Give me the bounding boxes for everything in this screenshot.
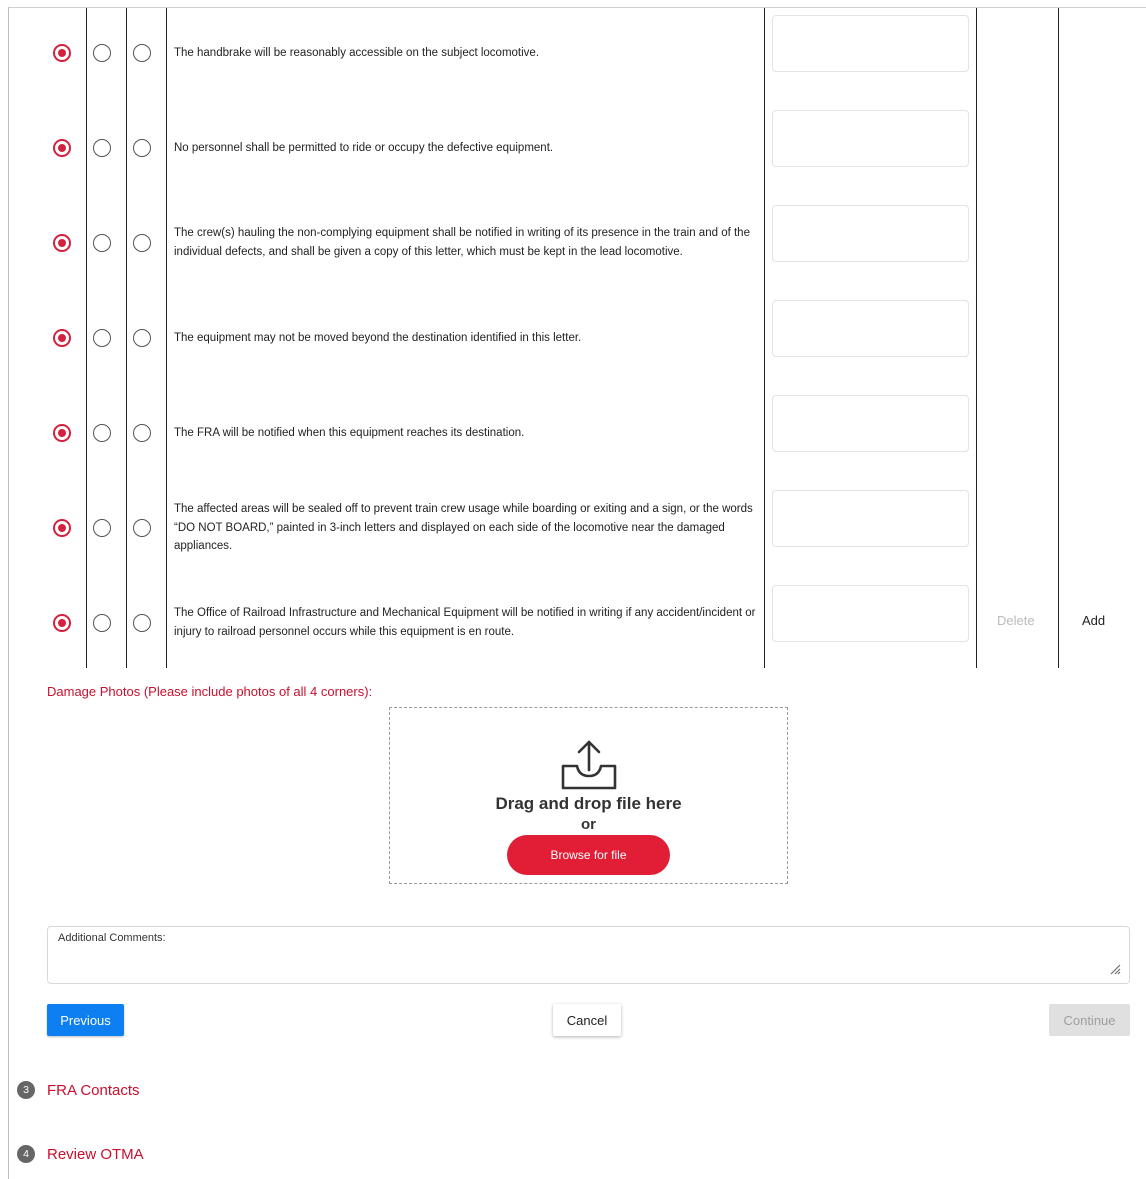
- condition-radio-no[interactable]: [93, 139, 111, 157]
- condition-radio-no[interactable]: [93, 44, 111, 62]
- condition-row: The handbrake will be reasonably accessi…: [0, 8, 1146, 103]
- condition-text: The Office of Railroad Infrastructure an…: [174, 607, 756, 638]
- step-number: 3: [17, 1081, 35, 1099]
- condition-note-input[interactable]: [772, 300, 969, 357]
- condition-text: The equipment may not be moved beyond th…: [174, 331, 582, 344]
- additional-comments-field[interactable]: Additional Comments:: [47, 926, 1130, 984]
- condition-note-input[interactable]: [772, 585, 969, 642]
- condition-note-input[interactable]: [772, 205, 969, 262]
- conditions-table: The handbrake will be reasonably accessi…: [0, 8, 1146, 668]
- condition-row: The Office of Railroad Infrastructure an…: [0, 578, 1146, 673]
- step-title[interactable]: FRA Contacts: [47, 1082, 140, 1099]
- condition-note-input[interactable]: [772, 110, 969, 167]
- additional-comments-label: Additional Comments:: [58, 932, 166, 944]
- resize-grip-icon[interactable]: [1109, 963, 1121, 975]
- add-row-button[interactable]: Add: [1082, 613, 1105, 628]
- condition-radio-no[interactable]: [93, 329, 111, 347]
- step-number: 4: [17, 1145, 35, 1163]
- condition-radio-na[interactable]: [133, 424, 151, 442]
- previous-button[interactable]: Previous: [47, 1004, 124, 1036]
- condition-row: No personnel shall be permitted to ride …: [0, 103, 1146, 198]
- drag-drop-text: Drag and drop file here: [495, 794, 682, 813]
- browse-file-button[interactable]: Browse for file: [507, 835, 670, 875]
- upload-icon: [561, 740, 617, 790]
- condition-row: The FRA will be notified when this equip…: [0, 388, 1146, 483]
- condition-radio-no[interactable]: [93, 234, 111, 252]
- step-review-otma[interactable]: 4 Review OTMA: [17, 1145, 144, 1163]
- condition-radio-na[interactable]: [133, 519, 151, 537]
- step-title[interactable]: Review OTMA: [47, 1146, 144, 1163]
- condition-radio-yes[interactable]: [53, 44, 71, 62]
- condition-radio-yes[interactable]: [53, 139, 71, 157]
- condition-radio-no[interactable]: [93, 519, 111, 537]
- condition-radio-na[interactable]: [133, 329, 151, 347]
- condition-row: The equipment may not be moved beyond th…: [0, 293, 1146, 388]
- continue-button[interactable]: Continue: [1049, 1004, 1130, 1036]
- condition-row: The affected areas will be sealed off to…: [0, 483, 1146, 578]
- condition-radio-yes[interactable]: [53, 329, 71, 347]
- step-fra-contacts[interactable]: 3 FRA Contacts: [17, 1081, 140, 1099]
- condition-radio-na[interactable]: [133, 44, 151, 62]
- condition-text: The crew(s) hauling the non-complying eq…: [174, 227, 750, 258]
- condition-radio-yes[interactable]: [53, 234, 71, 252]
- or-text: or: [581, 816, 596, 833]
- condition-text: The FRA will be notified when this equip…: [174, 426, 525, 439]
- condition-radio-yes[interactable]: [53, 424, 71, 442]
- condition-note-input[interactable]: [772, 490, 969, 547]
- file-dropzone[interactable]: Drag and drop file here or Browse for fi…: [389, 707, 788, 884]
- condition-row: The crew(s) hauling the non-complying eq…: [0, 198, 1146, 293]
- condition-radio-yes[interactable]: [53, 614, 71, 632]
- delete-row-button[interactable]: Delete: [997, 613, 1035, 628]
- damage-photos-label: Damage Photos (Please include photos of …: [47, 684, 373, 699]
- condition-note-input[interactable]: [772, 395, 969, 452]
- condition-text: The handbrake will be reasonably accessi…: [174, 46, 540, 59]
- condition-radio-na[interactable]: [133, 614, 151, 632]
- condition-note-input[interactable]: [772, 15, 969, 72]
- condition-radio-na[interactable]: [133, 139, 151, 157]
- condition-text: The affected areas will be sealed off to…: [174, 503, 753, 553]
- condition-radio-na[interactable]: [133, 234, 151, 252]
- condition-radio-no[interactable]: [93, 424, 111, 442]
- cancel-button[interactable]: Cancel: [553, 1004, 621, 1036]
- condition-radio-yes[interactable]: [53, 519, 71, 537]
- condition-text: No personnel shall be permitted to ride …: [174, 141, 554, 154]
- condition-radio-no[interactable]: [93, 614, 111, 632]
